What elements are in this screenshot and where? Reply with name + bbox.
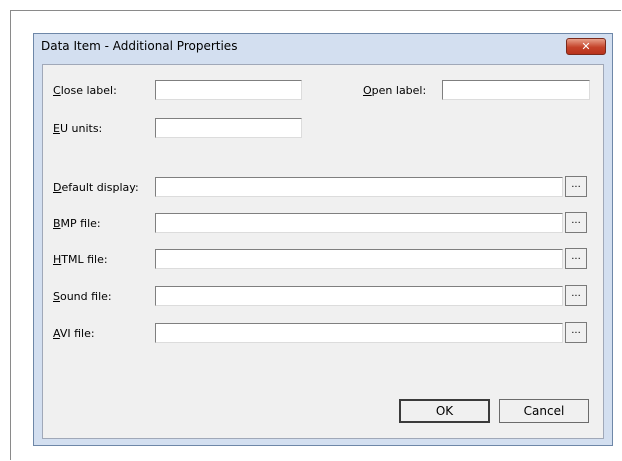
sound-file-label: Sound file: (53, 290, 112, 303)
bmp-file-input[interactable] (155, 213, 563, 233)
default-display-browse-button[interactable]: ... (565, 176, 587, 197)
close-button[interactable]: ✕ (566, 38, 606, 55)
sound-file-browse-button[interactable]: ... (565, 285, 587, 306)
eu-units-input[interactable] (155, 118, 302, 138)
bmp-file-label: BMP file: (53, 217, 101, 230)
open-label-label: Open label: (363, 84, 427, 97)
html-file-label: HTML file: (53, 253, 108, 266)
close-label-label: Close label: (53, 84, 117, 97)
sound-file-input[interactable] (155, 286, 563, 306)
html-file-browse-button[interactable]: ... (565, 248, 587, 269)
close-label-input[interactable] (155, 80, 302, 100)
window-title: Data Item - Additional Properties (41, 39, 238, 53)
open-label-input[interactable] (442, 80, 590, 100)
avi-file-browse-button[interactable]: ... (565, 322, 587, 343)
ok-button[interactable]: OK (399, 399, 490, 423)
cancel-button[interactable]: Cancel (499, 399, 589, 423)
properties-dialog: Data Item - Additional Properties ✕ Clos… (33, 33, 613, 446)
default-display-input[interactable] (155, 177, 563, 197)
title-bar[interactable]: Data Item - Additional Properties ✕ (34, 34, 612, 60)
default-display-label: Default display: (53, 181, 139, 194)
bmp-file-browse-button[interactable]: ... (565, 212, 587, 233)
close-icon: ✕ (581, 40, 591, 53)
avi-file-input[interactable] (155, 323, 563, 343)
html-file-input[interactable] (155, 249, 563, 269)
eu-units-label: EU units: (53, 122, 103, 135)
avi-file-label: AVI file: (53, 327, 95, 340)
dialog-client-area: Close label: Open label: EU units: Defau… (42, 64, 604, 439)
